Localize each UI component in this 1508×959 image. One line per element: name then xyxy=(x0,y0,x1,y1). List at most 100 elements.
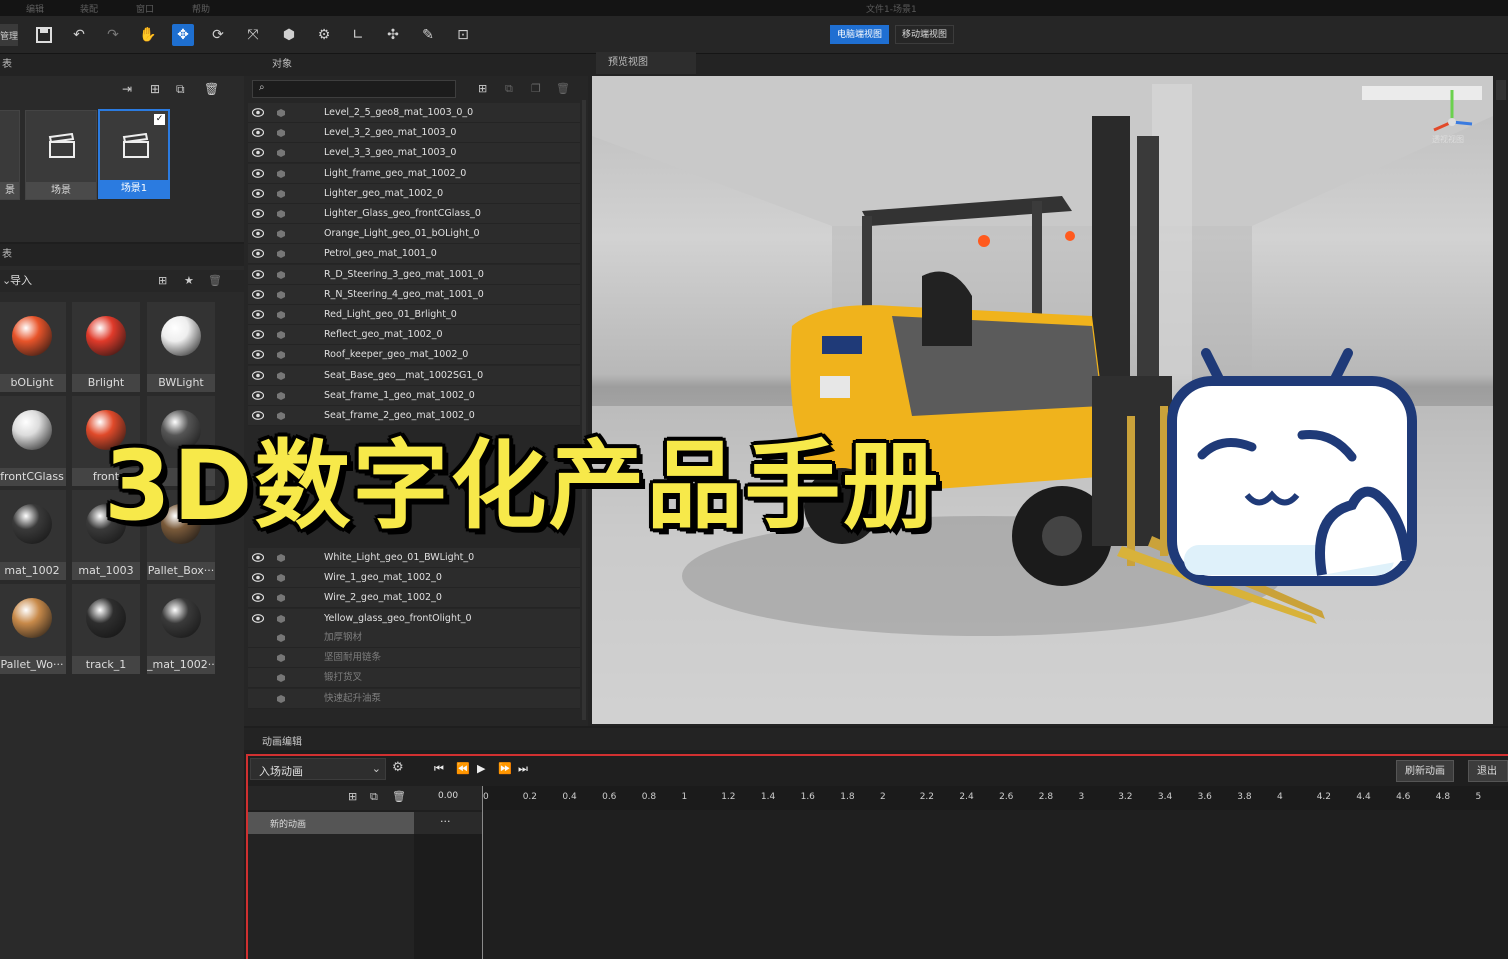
material-filter-label[interactable]: 导入 xyxy=(10,270,32,292)
copy-track-icon[interactable]: ⧉ xyxy=(370,790,378,804)
skip-end-icon[interactable]: ⏭ xyxy=(518,762,528,776)
visibility-eye-icon[interactable] xyxy=(252,289,264,299)
skip-start-icon[interactable]: ⏮ xyxy=(434,762,444,776)
material-card[interactable]: frontCGlass xyxy=(0,396,66,486)
scale-tool-icon[interactable]: ⤧ xyxy=(242,24,264,46)
add-object-icon[interactable]: ⊞ xyxy=(478,82,487,95)
object-row[interactable]: Level_2_5_geo8_mat_1003_0_0 xyxy=(248,103,580,123)
step-forward-icon[interactable]: ⏩ xyxy=(498,762,512,775)
undo-icon[interactable]: ↶ xyxy=(68,24,90,46)
menu-window[interactable]: 窗口 xyxy=(136,2,154,15)
object-row[interactable]: Level_3_3_geo_mat_1003_0 xyxy=(248,143,580,164)
visibility-eye-icon[interactable] xyxy=(252,128,264,138)
save-icon[interactable] xyxy=(33,24,55,46)
visibility-eye-icon[interactable] xyxy=(252,370,264,380)
visibility-eye-icon[interactable] xyxy=(252,330,264,340)
hand-pan-icon[interactable]: ✋ xyxy=(137,24,159,46)
visibility-eye-icon[interactable] xyxy=(252,553,264,562)
object-row[interactable]: Level_3_2_geo_mat_1003_0 xyxy=(248,123,580,144)
rotate-tool-icon[interactable]: ⟳ xyxy=(207,24,229,46)
object-row[interactable]: Seat_frame_1_geo_mat_1002_0 xyxy=(248,385,580,406)
animation-settings-gear-icon[interactable]: ⚙ xyxy=(392,760,404,775)
object-group-row[interactable]: 快速起升油泵 xyxy=(248,688,580,709)
visibility-eye-icon[interactable] xyxy=(252,269,264,279)
copy-scene-icon[interactable]: ⧉ xyxy=(176,82,185,97)
copy-object-icon[interactable]: ⧉ xyxy=(505,82,513,96)
add-scene-icon[interactable]: ⊞ xyxy=(150,82,160,96)
object-row[interactable]: R_N_Steering_4_geo_mat_1001_0 xyxy=(248,284,580,305)
focus-icon[interactable]: ⊡ xyxy=(452,24,474,46)
visibility-eye-icon[interactable] xyxy=(252,613,264,623)
object-row[interactable]: Petrol_geo_mat_1001_0 xyxy=(248,244,580,265)
time-ruler[interactable] xyxy=(482,786,1508,810)
scene-card[interactable]: 景 xyxy=(0,110,20,200)
visibility-eye-icon[interactable] xyxy=(252,168,264,178)
material-card[interactable]: track_1 xyxy=(72,584,140,674)
delete-material-icon[interactable]: 🗑 xyxy=(208,270,222,292)
menu-edit[interactable]: 编辑 xyxy=(26,2,44,15)
track-row-selected[interactable]: 新的动画 xyxy=(248,812,414,834)
visibility-eye-icon[interactable] xyxy=(252,188,264,198)
exit-animation-button[interactable]: 退出动 xyxy=(1468,760,1508,799)
material-card[interactable]: Pallet_Wo··· xyxy=(0,584,66,674)
visibility-eye-icon[interactable] xyxy=(252,108,264,117)
visibility-eye-icon[interactable] xyxy=(252,350,264,360)
object-row[interactable]: Orange_Light_geo_01_bOLight_0 xyxy=(248,224,580,245)
track-more-button[interactable]: ··· xyxy=(414,812,482,834)
object-group-row[interactable]: 加厚钢材 xyxy=(248,628,580,648)
material-card[interactable]: Brlight xyxy=(72,302,140,392)
visibility-eye-icon[interactable] xyxy=(252,573,264,583)
step-back-icon[interactable]: ⏪ xyxy=(456,762,470,775)
object-group-row[interactable]: 坚固耐用链条 xyxy=(248,648,580,669)
visibility-eye-icon[interactable] xyxy=(252,310,264,319)
time-value-box[interactable]: 0.00 xyxy=(414,786,482,810)
preview-side-handle[interactable] xyxy=(1496,80,1506,100)
desktop-view-toggle[interactable]: 电脑端视图 xyxy=(830,25,890,44)
delete-track-icon[interactable]: 🗑 xyxy=(392,790,406,803)
scene-card[interactable]: 场景 xyxy=(25,110,97,200)
menu-assembly[interactable]: 装配 xyxy=(80,2,98,15)
object-group-row[interactable]: 锻打货叉 xyxy=(248,668,580,689)
duplicate-object-icon[interactable]: ❐ xyxy=(531,82,541,95)
move-tool-icon[interactable]: ✥ xyxy=(172,24,194,46)
angle-icon[interactable]: ∟ xyxy=(347,24,369,46)
explode-icon[interactable]: ✣ xyxy=(382,24,404,46)
menu-help[interactable]: 帮助 xyxy=(192,2,210,15)
add-track-icon[interactable]: ⊞ xyxy=(348,790,357,803)
visibility-eye-icon[interactable] xyxy=(252,593,264,603)
star-icon[interactable]: ★ xyxy=(184,270,194,292)
redo-icon[interactable]: ↷ xyxy=(102,24,124,46)
object-row[interactable]: Roof_keeper_geo_mat_1002_0 xyxy=(248,345,580,366)
assembly-icon[interactable]: ⚙ xyxy=(313,24,335,46)
object-row[interactable]: Wire_2_geo_mat_1002_0 xyxy=(248,588,580,609)
object-row[interactable]: Yellow_glass_geo_frontOlight_0 xyxy=(248,608,580,629)
refresh-animation-button[interactable]: 刷新动画 xyxy=(1396,760,1454,782)
play-icon[interactable]: ▶ xyxy=(477,762,485,775)
add-material-icon[interactable]: ⊞ xyxy=(158,270,167,292)
material-card[interactable]: bOLight xyxy=(0,302,66,392)
material-card[interactable]: _mat_1002··· xyxy=(147,584,215,674)
delete-scene-icon[interactable]: 🗑 xyxy=(204,82,219,96)
mobile-view-toggle[interactable]: 移动端视图 xyxy=(895,25,955,44)
visibility-eye-icon[interactable] xyxy=(252,229,264,239)
visibility-eye-icon[interactable] xyxy=(252,209,264,218)
object-row[interactable]: White_Light_geo_01_BWLight_0 xyxy=(248,548,580,568)
manage-button[interactable]: 管理 xyxy=(0,24,18,46)
object-row[interactable]: Lighter_Glass_geo_frontCGlass_0 xyxy=(248,204,580,224)
animation-select[interactable]: 入场动画 ⌄ xyxy=(250,758,386,780)
playhead[interactable] xyxy=(482,786,483,959)
visibility-eye-icon[interactable] xyxy=(252,390,264,400)
visibility-eye-icon[interactable] xyxy=(252,249,264,259)
object-row[interactable]: Light_frame_geo_mat_1002_0 xyxy=(248,163,580,184)
cube-icon[interactable]: ⬢ xyxy=(278,24,300,46)
object-row[interactable]: Lighter_geo_mat_1002_0 xyxy=(248,183,580,204)
object-row[interactable]: Red_Light_geo_01_Brlight_0 xyxy=(248,305,580,325)
object-row[interactable]: Reflect_geo_mat_1002_0 xyxy=(248,325,580,346)
material-card[interactable]: mat_1002 xyxy=(0,490,66,580)
object-search-input[interactable]: ⌕ xyxy=(252,80,456,98)
view-cube-gizmo[interactable]: 透视视图 xyxy=(1430,82,1490,152)
scene-card-selected[interactable]: ✓ 场景1 xyxy=(98,109,170,199)
import-icon[interactable]: ⇥ xyxy=(122,82,132,96)
brush-icon[interactable]: ✎ xyxy=(417,24,439,46)
visibility-eye-icon[interactable] xyxy=(252,148,264,158)
